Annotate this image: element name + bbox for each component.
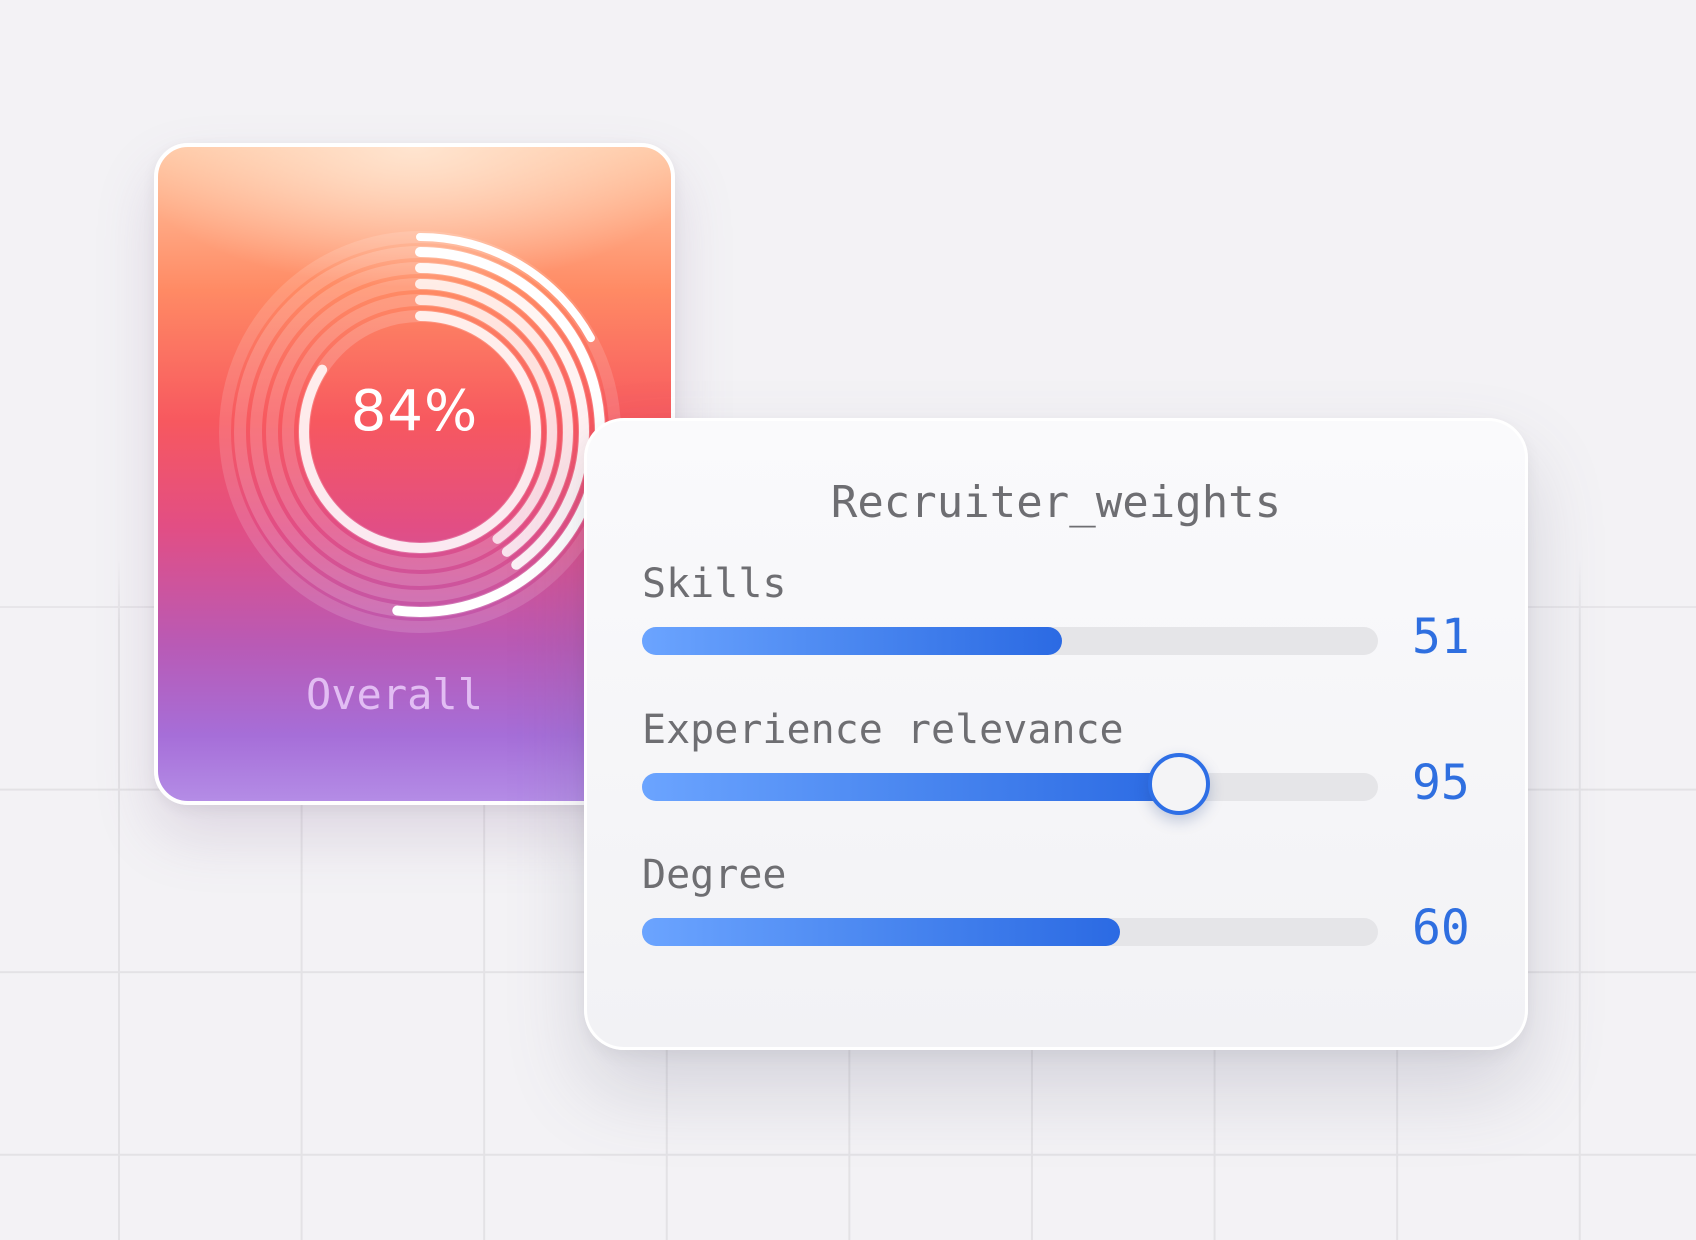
slider-fill [642,918,1121,946]
slider-fill [642,627,1062,655]
overall-score-label: Overall [305,670,483,719]
slider-label: Degree [642,852,787,898]
recruiter-weights-panel: Recruiter_weights Skills 51 Experience r… [584,418,1528,1050]
slider-row-experience-relevance: Experience relevance 95 [642,707,1472,817]
slider-row-degree: Degree 60 [642,852,1472,962]
degree-slider[interactable] [642,918,1378,946]
slider-value: 51 [1412,609,1470,665]
slider-row-skills: Skills 51 [642,561,1472,671]
slider-label: Experience relevance [642,707,1124,753]
slider-fill [642,773,1180,801]
slider-value: 60 [1412,900,1470,956]
skills-slider[interactable] [642,627,1378,655]
slider-label: Skills [642,561,787,607]
experience-relevance-slider[interactable] [642,753,1378,815]
slider-thumb[interactable] [1148,753,1211,815]
slider-value: 95 [1412,755,1470,811]
panel-title: Recruiter_weights [830,477,1282,528]
